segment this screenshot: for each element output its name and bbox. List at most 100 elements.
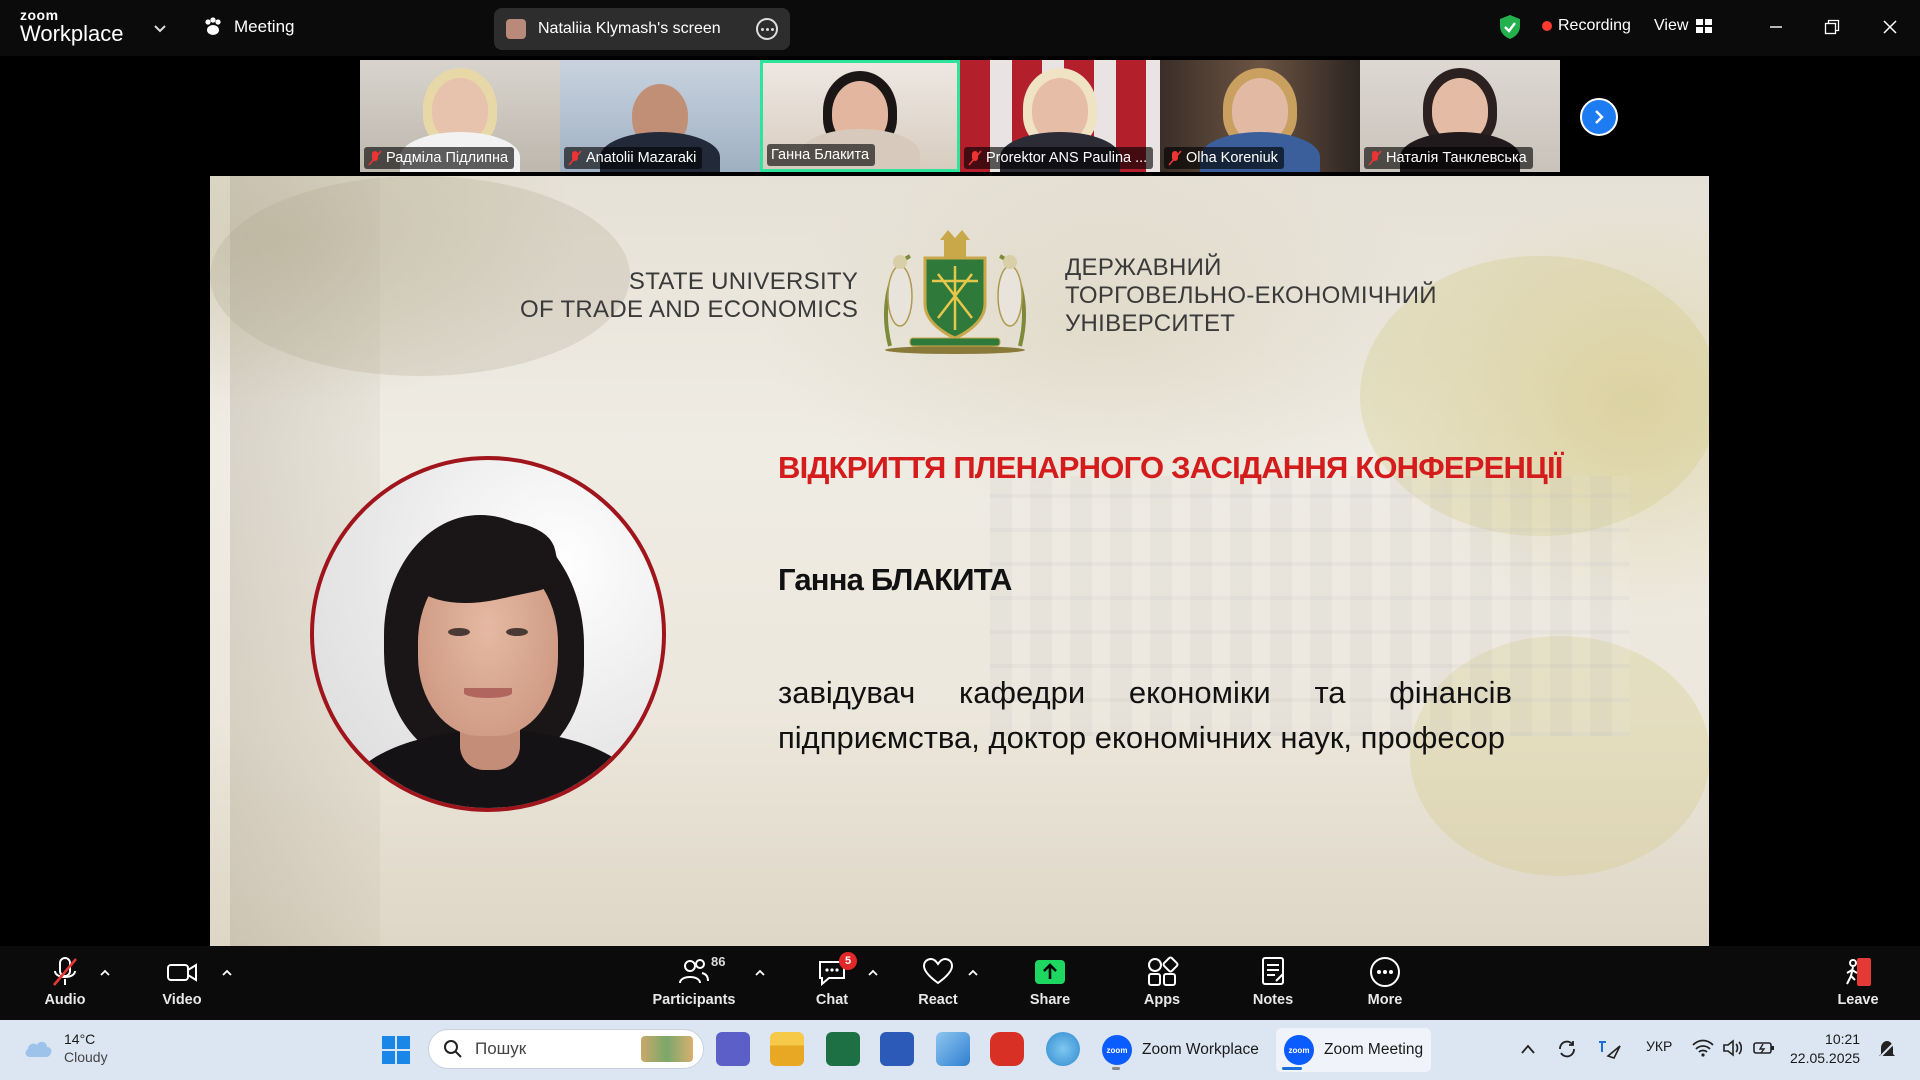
recording-indicator[interactable]: Recording	[1542, 17, 1631, 35]
zoom-icon: zoom	[1102, 1035, 1132, 1065]
meeting-toolbar: Audio Video 86 Participants 5 Chat React…	[0, 946, 1920, 1020]
mic-muted-icon	[568, 150, 582, 166]
windows-taskbar: 14°C Cloudy Пошук zoom Zoom Workplace zo…	[0, 1020, 1920, 1080]
wifi-icon[interactable]	[1692, 1038, 1714, 1058]
participants-options-caret-icon[interactable]	[753, 966, 767, 980]
close-button[interactable]	[1870, 12, 1910, 42]
more-icon	[1370, 957, 1400, 987]
participant-name: Радміла Підлипна	[386, 150, 509, 166]
mic-muted-icon	[368, 150, 382, 166]
brand-small: zoom	[20, 7, 59, 23]
app-brand[interactable]: zoom Workplace	[20, 8, 124, 46]
participant-name: Anatolii Mazaraki	[586, 150, 697, 166]
more-options-icon[interactable]	[756, 18, 778, 40]
shield-icon[interactable]	[1498, 14, 1522, 40]
audio-label: Audio	[44, 992, 86, 1008]
react-options-caret-icon[interactable]	[966, 966, 980, 980]
sharer-avatar	[506, 19, 526, 39]
volume-icon[interactable]	[1722, 1038, 1744, 1058]
chevron-up-icon[interactable]	[1520, 1042, 1536, 1056]
language-indicator[interactable]: УКР	[1646, 1038, 1672, 1054]
system-clock[interactable]: 10:21 22.05.2025	[1790, 1030, 1860, 1068]
more-button[interactable]: More	[1340, 954, 1430, 1014]
notification-icon[interactable]	[1876, 1038, 1898, 1060]
speaker-role: завідувач кафедри економіки та фінансів …	[778, 675, 1512, 755]
excel-icon[interactable]	[826, 1032, 860, 1066]
share-label: Share	[1029, 992, 1071, 1008]
participant-name-tag: Наталія Танклевська	[1364, 147, 1533, 169]
audio-options-caret-icon[interactable]	[98, 966, 112, 980]
clock-date: 22.05.2025	[1790, 1050, 1861, 1066]
participant-tile[interactable]: Olha Koreniuk	[1160, 60, 1360, 172]
participant-strip: Радміла Підлипна Anatolii Mazaraki Ганна…	[360, 60, 1560, 172]
mic-muted-icon	[53, 957, 77, 986]
participant-tile[interactable]: Наталія Танклевська	[1360, 60, 1560, 172]
speaker-portrait	[310, 456, 666, 812]
restore-button[interactable]	[1812, 12, 1852, 42]
participant-name: Prorektor ANS Paulina ...	[986, 150, 1148, 166]
search-highlight-icon	[641, 1036, 693, 1062]
remote-desktop-icon[interactable]	[936, 1032, 970, 1066]
chat-button[interactable]: 5 Chat	[787, 952, 877, 1014]
audio-button[interactable]: Audio	[20, 954, 110, 1014]
recording-label: Recording	[1558, 17, 1631, 34]
video-button[interactable]: Video	[137, 954, 227, 1014]
participant-tile-active-speaker[interactable]: Ганна Блакита	[760, 60, 960, 172]
windows-start-icon[interactable]	[382, 1036, 410, 1064]
next-participants-button[interactable]	[1580, 98, 1618, 136]
acrobat-icon[interactable]	[990, 1032, 1024, 1066]
shared-screen-slide: STATE UNIVERSITY OF TRADE AND ECONOMICS …	[210, 176, 1709, 946]
brand-big: Workplace	[20, 21, 124, 46]
participants-button[interactable]: 86 Participants	[649, 954, 739, 1014]
participant-name-tag: Ганна Блакита	[767, 144, 876, 166]
share-button[interactable]: Share	[1005, 954, 1095, 1014]
react-button[interactable]: React	[893, 954, 983, 1014]
globe-app-icon[interactable]	[1046, 1032, 1080, 1066]
zoom-icon: zoom	[1284, 1035, 1314, 1065]
notes-button[interactable]: Notes	[1228, 954, 1318, 1014]
chat-options-caret-icon[interactable]	[866, 966, 880, 980]
screen-share-indicator[interactable]: Nataliia Klymash's screen	[494, 8, 790, 50]
notes-label: Notes	[1252, 992, 1294, 1008]
clock-time: 10:21	[1825, 1031, 1861, 1047]
more-label: More	[1367, 992, 1403, 1008]
weather-widget[interactable]: 14°C Cloudy	[22, 1030, 108, 1066]
sync-icon[interactable]	[1556, 1038, 1578, 1060]
chevron-right-icon	[1595, 110, 1604, 124]
participant-tile[interactable]: Prorektor ANS Paulina ...	[960, 60, 1160, 172]
participants-label: Participants	[652, 992, 736, 1008]
temperature: 14°C	[64, 1031, 96, 1047]
mic-muted-icon	[1168, 150, 1182, 166]
view-button[interactable]: View	[1654, 17, 1713, 35]
input-method-icon[interactable]	[1596, 1038, 1622, 1060]
taskbar-zoom-meeting[interactable]: zoom Zoom Meeting	[1276, 1028, 1432, 1072]
minimize-button[interactable]	[1756, 12, 1796, 42]
mic-muted-icon	[968, 150, 982, 166]
weather-condition: Cloudy	[64, 1049, 108, 1065]
taskbar-search-input[interactable]: Пошук	[428, 1029, 704, 1069]
word-icon[interactable]	[880, 1032, 914, 1066]
participant-tile[interactable]: Радміла Підлипна	[360, 60, 560, 172]
notes-icon	[1262, 957, 1284, 985]
file-explorer-icon[interactable]	[770, 1032, 804, 1066]
meeting-info-button[interactable]: Meeting	[202, 16, 294, 38]
video-options-caret-icon[interactable]	[220, 966, 234, 980]
teams-icon[interactable]	[716, 1032, 750, 1066]
participants-count: 86	[711, 954, 726, 969]
participant-name-tag: Olha Koreniuk	[1164, 147, 1284, 169]
university-crest-icon	[884, 230, 1026, 354]
search-placeholder: Пошук	[475, 1039, 527, 1058]
speaker-name: Ганна БЛАКИТА	[778, 562, 1012, 597]
leave-label: Leave	[1837, 992, 1879, 1008]
battery-icon[interactable]	[1752, 1038, 1776, 1058]
apps-button[interactable]: Apps	[1117, 954, 1207, 1014]
university-name-ua: ДЕРЖАВНИЙ ТОРГОВЕЛЬНО-ЕКОНОМІЧНИЙ УНІВЕР…	[1065, 254, 1437, 337]
leave-button[interactable]: Leave	[1813, 954, 1903, 1014]
title-bar: zoom Workplace Meeting Nataliia Klymash'…	[0, 0, 1920, 56]
chat-badge: 5	[839, 952, 857, 970]
participant-tile[interactable]: Anatolii Mazaraki	[560, 60, 760, 172]
chevron-down-icon[interactable]	[150, 18, 170, 38]
close-icon	[1883, 20, 1897, 34]
taskbar-zoom-workplace[interactable]: zoom Zoom Workplace	[1094, 1028, 1267, 1072]
camera-icon	[167, 963, 197, 982]
